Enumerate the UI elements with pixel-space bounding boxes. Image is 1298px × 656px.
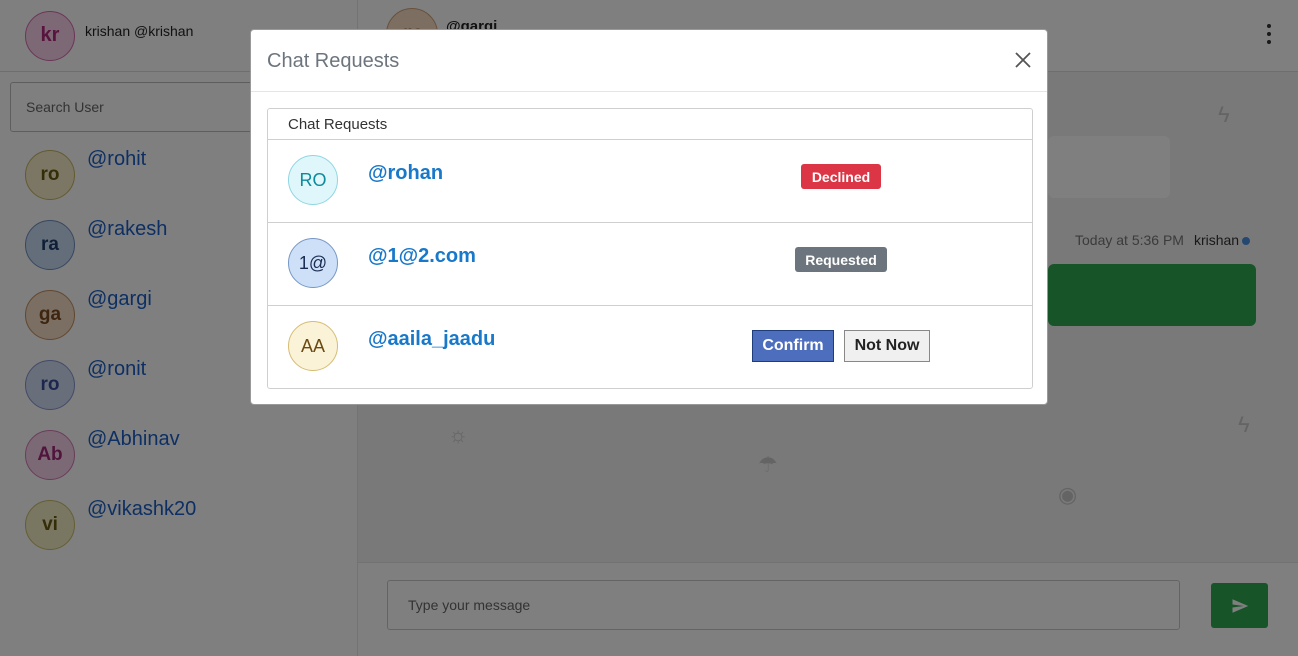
request-handle[interactable]: @rohan — [368, 162, 443, 185]
request-row: RO @rohan Declined — [268, 140, 1032, 223]
status-badge: Requested — [795, 247, 887, 272]
modal-title: Chat Requests — [267, 50, 400, 72]
request-row: 1@ @1@2.com Requested — [268, 223, 1032, 306]
requests-card: Chat Requests RO @rohan Declined 1@ @1@2… — [267, 108, 1033, 389]
status-badge: Declined — [801, 164, 881, 189]
not-now-button[interactable]: Not Now — [844, 330, 930, 362]
request-row: AA @aaila_jaadu Confirm Not Now — [268, 306, 1032, 388]
avatar: AA — [288, 321, 338, 371]
request-handle[interactable]: @1@2.com — [368, 245, 476, 268]
modal-header: Chat Requests — [251, 30, 1047, 92]
avatar: RO — [288, 155, 338, 205]
card-title: Chat Requests — [268, 109, 1032, 140]
close-button[interactable] — [1013, 50, 1033, 70]
close-icon — [1015, 52, 1031, 68]
avatar: 1@ — [288, 238, 338, 288]
chat-requests-modal: Chat Requests Chat Requests RO @rohan De… — [250, 29, 1048, 405]
request-handle[interactable]: @aaila_jaadu — [368, 328, 495, 351]
confirm-button[interactable]: Confirm — [752, 330, 834, 362]
